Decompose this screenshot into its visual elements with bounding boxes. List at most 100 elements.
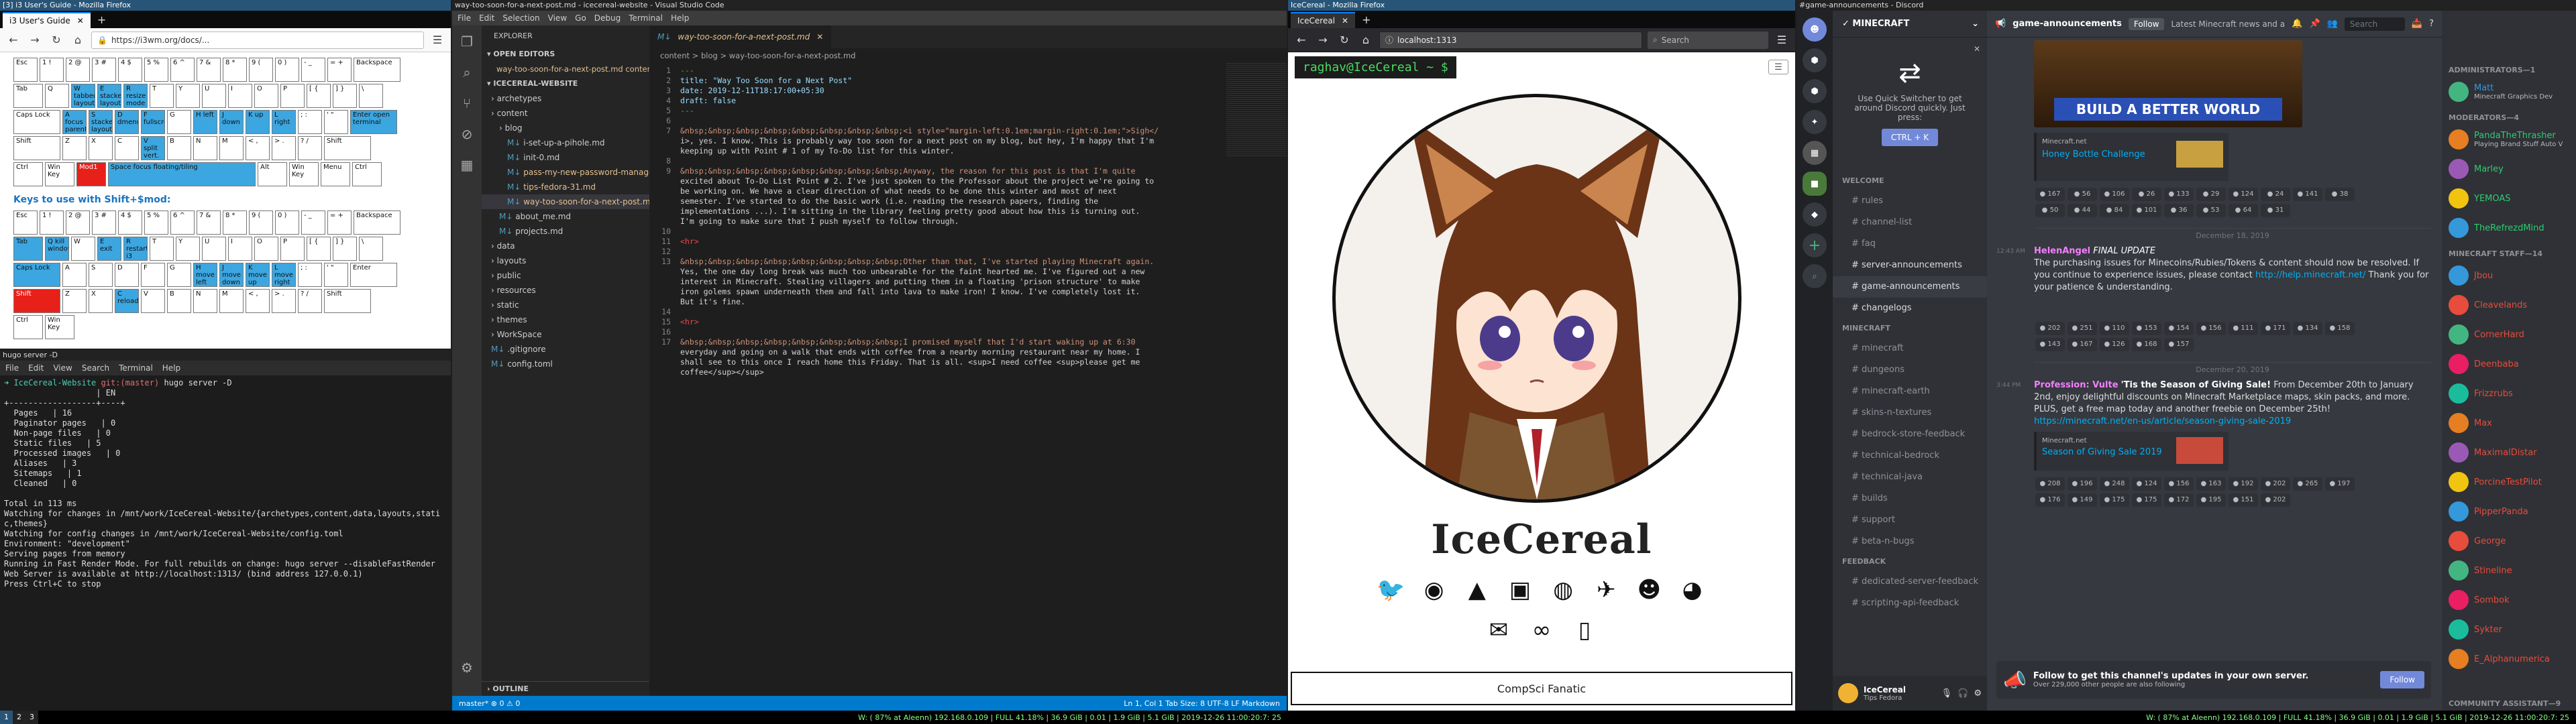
reload-icon[interactable]: ↻ xyxy=(1336,32,1352,48)
server-icon[interactable]: ⬢ xyxy=(1803,48,1827,72)
member-item[interactable]: PorcineTestPilot xyxy=(2449,467,2569,497)
tree-file[interactable]: M↓ init-0.md xyxy=(482,150,649,165)
channel-category[interactable]: MINECRAFT xyxy=(1833,319,1987,338)
reaction[interactable]: ● 26 xyxy=(2132,188,2161,201)
close-icon[interactable]: ✕ xyxy=(77,16,84,25)
editor-tab[interactable]: M↓ way-too-soon-for-a-next-post.md ✕ xyxy=(649,25,832,48)
explore-icon[interactable]: ⌕ xyxy=(1803,264,1827,288)
reaction[interactable]: ● 156 xyxy=(2164,477,2194,491)
channel-server-announcements[interactable]: # server-announcements xyxy=(1833,255,1987,276)
reaction[interactable]: ● 143 xyxy=(2035,338,2065,351)
debug-icon[interactable]: ⊘ xyxy=(462,126,473,142)
reaction[interactable]: ● 101 xyxy=(2132,204,2161,217)
server-header[interactable]: ✓ MINECRAFT ⌄ xyxy=(1833,11,1987,38)
member-item[interactable]: MaximalDistar xyxy=(2449,438,2569,467)
reaction[interactable]: ● 197 xyxy=(2325,477,2355,491)
member-item[interactable]: PandaTheThrasher Playing Brand Stuff Auto… xyxy=(2449,125,2569,154)
hamburger-icon[interactable]: ☰ xyxy=(1768,60,1788,74)
reaction[interactable]: ● 175 xyxy=(2100,493,2129,507)
reaction[interactable]: ● 110 xyxy=(2100,322,2129,335)
menu-file[interactable]: File xyxy=(458,13,471,23)
menu-edit[interactable]: Edit xyxy=(479,13,494,23)
reaction[interactable]: ● 251 xyxy=(2068,322,2097,335)
reaction[interactable]: ● 202 xyxy=(2261,477,2290,491)
member-item[interactable]: E_Alphanumerica xyxy=(2449,644,2569,674)
tree-file[interactable]: M↓ way-too-soon-for-a-next-post.md xyxy=(482,194,649,209)
workspace-2[interactable]: 2 xyxy=(13,711,25,724)
new-tab-icon[interactable]: + xyxy=(1355,12,1377,28)
channel-technical-java[interactable]: # technical-java xyxy=(1833,467,1987,488)
menu-go[interactable]: Go xyxy=(575,13,586,23)
terminal-banner[interactable]: raghav@IceCereal ~ $ xyxy=(1295,56,1456,78)
member-item[interactable]: Deenbaba xyxy=(2449,349,2569,379)
reaction[interactable]: ● 141 xyxy=(2293,188,2322,201)
menu-search[interactable]: Search xyxy=(82,363,109,373)
discord-icon[interactable]: ☻ xyxy=(1629,577,1669,603)
search-icon[interactable]: ⌕ xyxy=(463,64,470,80)
reaction[interactable]: ● 202 xyxy=(2035,322,2065,335)
files-icon[interactable]: ❐ xyxy=(461,34,473,50)
microphone-icon[interactable]: 🎙 xyxy=(1941,688,1953,699)
channel-rules[interactable]: # rules xyxy=(1833,190,1987,212)
members-icon[interactable]: 👥 xyxy=(2327,19,2338,29)
reaction[interactable]: ● 167 xyxy=(2035,188,2065,201)
member-item[interactable]: TheRefrezdMind xyxy=(2449,213,2569,243)
help-link[interactable]: http://help.minecraft.net/ xyxy=(2255,270,2365,280)
channel-scripting-api-feedback[interactable]: # scripting-api-feedback xyxy=(1833,593,1987,614)
reaction[interactable]: ● 50 xyxy=(2035,204,2065,217)
reaction[interactable]: ● 156 xyxy=(2196,322,2226,335)
forward-icon[interactable]: → xyxy=(1315,32,1331,48)
menu-edit[interactable]: Edit xyxy=(28,363,44,373)
reaction[interactable]: ● 171 xyxy=(2261,322,2290,335)
channel-faq[interactable]: # faq xyxy=(1833,233,1987,255)
forward-icon[interactable]: → xyxy=(27,32,43,48)
inbox-icon[interactable]: 📥 xyxy=(2412,19,2422,29)
linkedin-icon[interactable]: ▣ xyxy=(1500,577,1540,603)
reaction[interactable]: ● 31 xyxy=(2261,204,2290,217)
member-item[interactable]: Marley xyxy=(2449,154,2569,184)
member-item[interactable]: PipperPanda xyxy=(2449,497,2569,526)
member-item[interactable]: Matt Minecraft Graphics Dev xyxy=(2449,77,2569,107)
workspace-1[interactable]: 1 xyxy=(0,711,13,724)
terminal-output[interactable]: ➜ IceCereal-Website git:(master) hugo se… xyxy=(0,375,451,697)
tree-file[interactable]: M↓ projects.md xyxy=(482,224,649,239)
member-item[interactable]: YEMOAS xyxy=(2449,184,2569,213)
open-editor-item[interactable]: way-too-soon-for-a-next-post.md content/… xyxy=(482,62,649,76)
channel-channel-list[interactable]: # channel-list xyxy=(1833,212,1987,233)
tree-folder[interactable]: › archetypes xyxy=(482,91,649,106)
menu-terminal[interactable]: Terminal xyxy=(629,13,663,23)
bell-icon[interactable]: 🔔 xyxy=(2292,19,2302,29)
reaction[interactable]: ● 151 xyxy=(2229,493,2258,507)
reaction[interactable]: ● 157 xyxy=(2164,338,2194,351)
tab-icecereal[interactable]: IceCereal ✕ xyxy=(1291,12,1356,28)
reaction[interactable]: ● 111 xyxy=(2229,322,2258,335)
pin-icon[interactable]: 📌 xyxy=(2310,19,2320,29)
server-icon[interactable]: ✦ xyxy=(1803,110,1827,134)
menu-help[interactable]: Help xyxy=(162,363,180,373)
reaction[interactable]: ● 106 xyxy=(2100,188,2129,201)
channel-technical-bedrock[interactable]: # technical-bedrock xyxy=(1833,445,1987,467)
tree-folder[interactable]: › static xyxy=(482,298,649,312)
tree-file[interactable]: M↓ i-set-up-a-pihole.md xyxy=(482,135,649,150)
message-author[interactable]: Profession: Vulte xyxy=(2034,380,2118,390)
tree-file[interactable]: M↓ about_me.md xyxy=(482,209,649,224)
reaction[interactable]: ● 176 xyxy=(2035,493,2065,507)
url-bar[interactable]: ⓘ localhost:1313 xyxy=(1379,31,1642,49)
reaction[interactable]: ● 44 xyxy=(2068,204,2097,217)
avatar[interactable] xyxy=(1838,683,1858,703)
mail-icon[interactable]: ✉ xyxy=(1479,617,1519,644)
menu-icon[interactable]: ☰ xyxy=(429,32,445,48)
reaction[interactable]: ● 133 xyxy=(2164,188,2194,201)
search-input[interactable]: Search xyxy=(2344,17,2405,31)
outline-header[interactable]: › OUTLINE xyxy=(482,681,649,696)
reaction[interactable]: ● 196 xyxy=(2068,477,2097,491)
reaction[interactable]: ● 126 xyxy=(2100,338,2129,351)
minecraft-server-icon[interactable]: ■ xyxy=(1803,172,1827,196)
server-icon[interactable]: ⬢ xyxy=(1803,79,1827,103)
add-server-icon[interactable]: + xyxy=(1803,233,1827,257)
channel-skins-n-textures[interactable]: # skins-n-textures xyxy=(1833,402,1987,424)
document-icon[interactable]: ▯ xyxy=(1564,617,1605,644)
member-item[interactable]: Sykter xyxy=(2449,615,2569,644)
channel-changelogs[interactable]: # changelogs xyxy=(1833,298,1987,319)
menu-icon[interactable]: ☰ xyxy=(1774,32,1790,48)
